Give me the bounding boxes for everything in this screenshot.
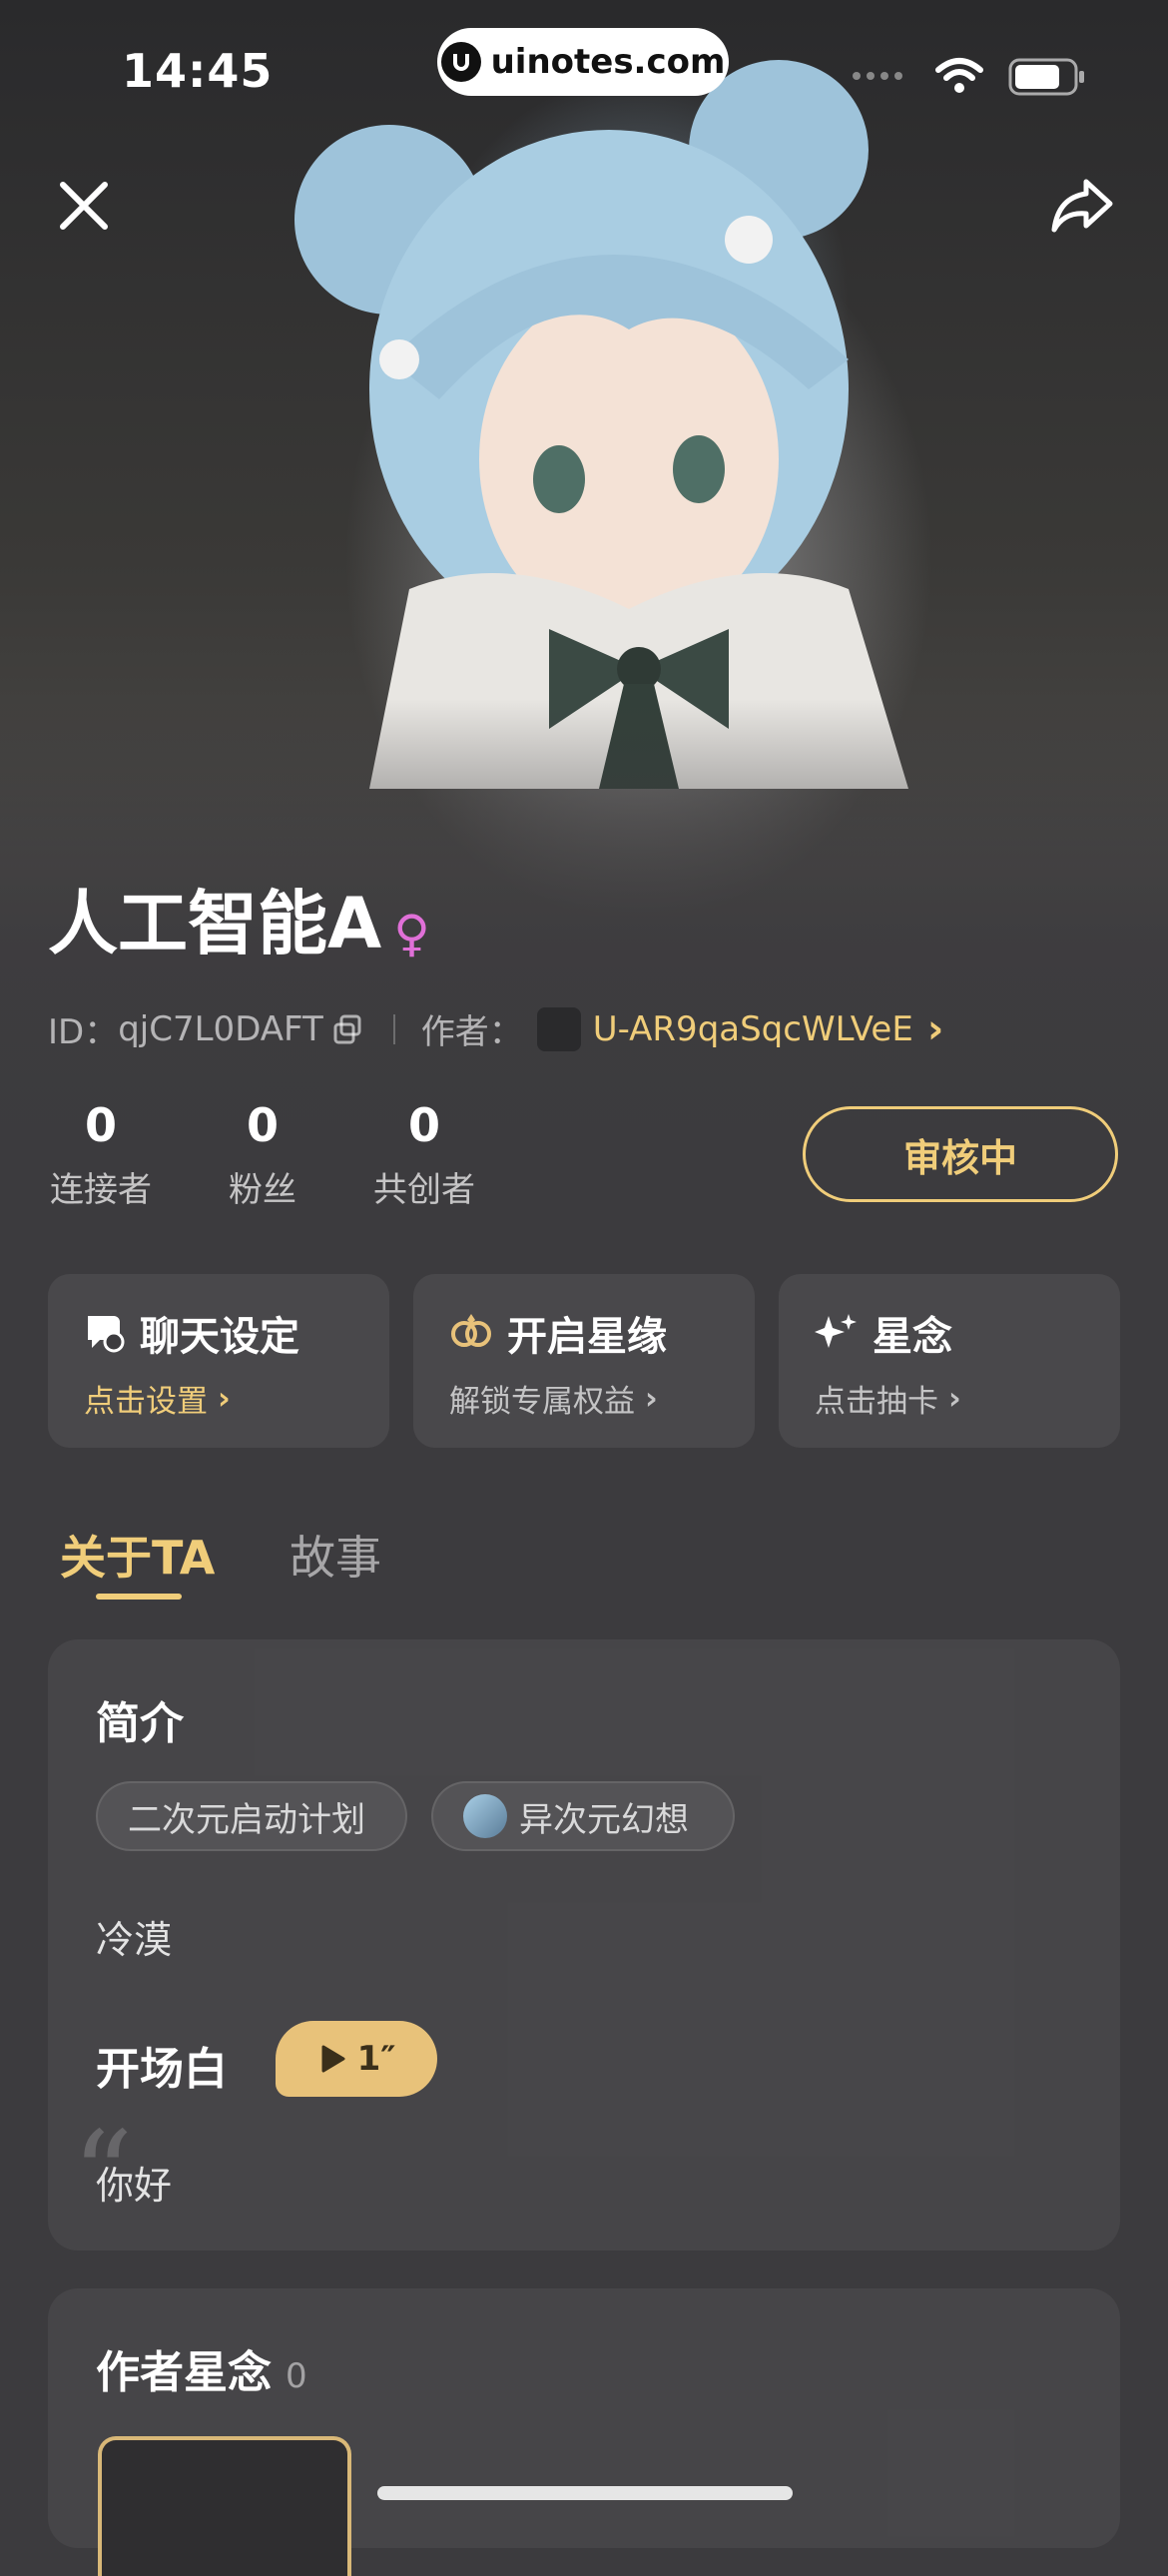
card-chat-settings[interactable]: 聊天设定 点击设置 ›	[48, 1274, 389, 1448]
id-value: qjC7L0DAFT	[118, 1008, 323, 1049]
gender-female-icon: ♀	[393, 905, 430, 963]
tab-story[interactable]: 故事	[290, 1522, 381, 1588]
chevron-right-icon: ›	[948, 1380, 961, 1417]
profile-name: 人工智能A	[48, 883, 382, 965]
character-portrait	[294, 60, 908, 789]
signal-icon	[853, 72, 902, 80]
chat-settings-icon	[88, 1316, 125, 1353]
author-stars-count: 0	[286, 2356, 307, 2396]
home-indicator[interactable]	[377, 2486, 793, 2500]
close-icon	[60, 182, 108, 230]
stat-value: 0	[246, 1098, 279, 1152]
stat-label: 粉丝	[229, 1170, 296, 1210]
card-subtitle: 解锁专属权益	[449, 1384, 635, 1420]
tag-chip[interactable]: 异次元幻想	[431, 1781, 735, 1851]
author-label: 作者：	[420, 1012, 523, 1052]
author-stars-header: 作者星念 0	[96, 2336, 307, 2400]
review-status-button[interactable]: 审核中	[803, 1106, 1118, 1202]
card-title: 星念	[873, 1314, 952, 1360]
tag-chip[interactable]: 二次元启动计划	[96, 1781, 407, 1851]
play-icon	[321, 2045, 345, 2073]
stat-label: 共创者	[373, 1170, 475, 1210]
about-panel	[48, 1639, 1120, 2251]
profile-name-row: 人工智能A ♀	[48, 889, 430, 959]
tag-label: 二次元启动计划	[128, 1799, 365, 1840]
stat-value: 0	[407, 1098, 440, 1152]
stat-label: 连接者	[50, 1170, 152, 1210]
chevron-right-icon: ›	[218, 1380, 231, 1417]
rings-icon	[451, 1314, 491, 1347]
author-avatar[interactable]	[536, 1006, 581, 1051]
card-star-thought[interactable]: 星念 点击抽卡 ›	[779, 1274, 1120, 1448]
tab-active-indicator	[96, 1594, 182, 1600]
stat-co-creators[interactable]: 0 共创者	[371, 1098, 477, 1211]
divider	[392, 1013, 395, 1044]
wifi-icon	[935, 58, 983, 93]
stat-followers[interactable]: 0 粉丝	[210, 1098, 315, 1211]
status-time: 14:45	[122, 44, 274, 98]
star-card[interactable]	[98, 2436, 351, 2576]
id-label: ID：	[48, 1012, 119, 1052]
stat-value: 0	[84, 1098, 117, 1152]
uinotes-logo-icon	[440, 42, 481, 82]
opening-title: 开场白	[96, 2044, 228, 2095]
voice-duration: 1″	[356, 2039, 396, 2079]
close-button[interactable]	[44, 166, 124, 246]
battery-icon	[1008, 58, 1084, 96]
card-star-bond[interactable]: 开启星缘 解锁专属权益 ›	[413, 1274, 755, 1448]
intro-title: 简介	[96, 1698, 184, 1749]
share-button[interactable]	[1042, 166, 1122, 246]
stat-connectors[interactable]: 0 连接者	[48, 1098, 154, 1211]
author-name-link[interactable]: U-AR9qaSqcWLVeE	[593, 1009, 913, 1049]
card-title: 聊天设定	[140, 1314, 299, 1360]
author-stars-title: 作者星念	[96, 2347, 272, 2398]
url-pill: uinotes.com	[437, 28, 729, 96]
id-row: ID： qjC7L0DAFT 作者： U-AR9qaSqcWLVeE ›	[48, 1004, 943, 1053]
opening-text: 你好	[96, 2164, 173, 2208]
chevron-right-icon: ›	[926, 1005, 944, 1052]
chevron-right-icon: ›	[645, 1380, 658, 1417]
voice-play-button[interactable]: 1″	[276, 2021, 437, 2097]
tag-avatar	[463, 1794, 507, 1838]
share-icon	[1051, 179, 1113, 233]
copy-icon[interactable]	[331, 1012, 365, 1046]
url-text: uinotes.com	[490, 42, 726, 82]
tag-label: 异次元幻想	[519, 1799, 689, 1840]
card-subtitle: 点击抽卡	[815, 1384, 938, 1420]
tab-about[interactable]: 关于TA	[60, 1522, 215, 1588]
card-subtitle: 点击设置	[84, 1384, 208, 1420]
intro-description: 冷漠	[96, 1918, 173, 1962]
card-title: 开启星缘	[507, 1314, 667, 1360]
sparkle-icon	[815, 1314, 857, 1348]
